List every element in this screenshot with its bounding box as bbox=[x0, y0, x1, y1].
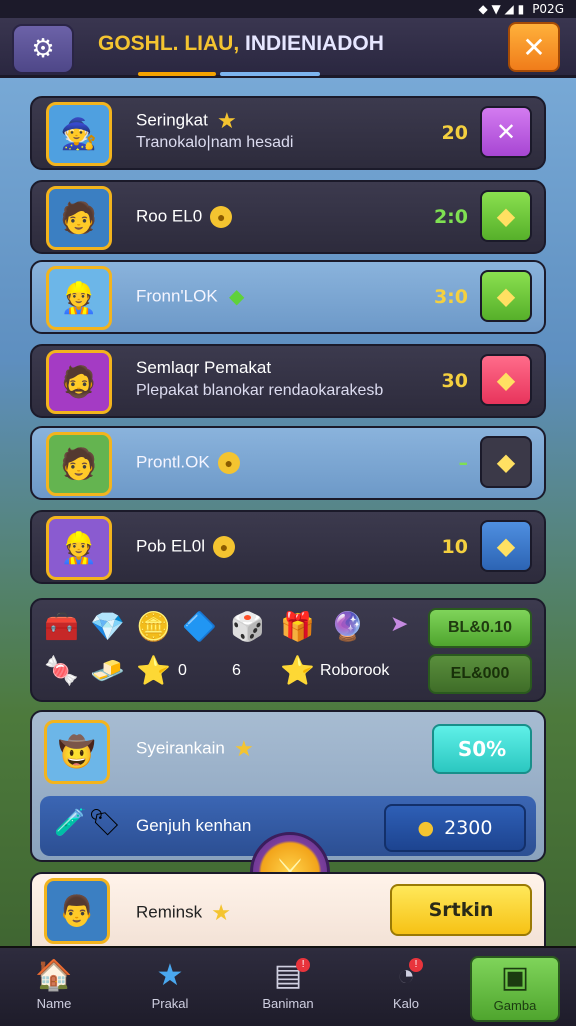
list-icon: ▤! bbox=[274, 956, 311, 996]
tab-indicator-active bbox=[138, 72, 216, 76]
crystal-icon[interactable]: 💎 bbox=[90, 610, 125, 643]
row-value: 30 bbox=[441, 370, 468, 392]
coin-button[interactable]: ● 2300 bbox=[384, 804, 526, 852]
avatar: 🧔 bbox=[46, 350, 112, 414]
star-icon: ★ bbox=[233, 736, 254, 761]
row-value: 2:0 bbox=[433, 206, 468, 228]
gold-bar-icon[interactable]: 🧈 bbox=[90, 654, 125, 687]
nav-kalo[interactable]: ◔! Kalo bbox=[358, 956, 454, 1018]
signal-icon: ◆ ▼ ◢ ▮ bbox=[478, 2, 525, 16]
arrow-icon: ➤ bbox=[390, 612, 409, 637]
settings-button[interactable]: ⚙ bbox=[12, 24, 74, 74]
row-value: 10 bbox=[441, 536, 468, 558]
nav-gamba[interactable]: ▣ Gamba bbox=[470, 956, 560, 1022]
gem-button[interactable]: ◆ bbox=[480, 520, 532, 572]
nav-prakal[interactable]: ★ Prakal bbox=[122, 956, 218, 1018]
notification-badge: ! bbox=[296, 958, 311, 972]
star-icon: ★ bbox=[211, 900, 231, 925]
treasure-icon[interactable]: 🎁 bbox=[280, 610, 315, 643]
list-item[interactable]: 🧙 Seringkat ★ Tranokalo|nam hesadi 20 ✕ bbox=[30, 96, 546, 170]
avatar: 🧑 bbox=[46, 186, 112, 250]
coin-icon: ● bbox=[417, 817, 435, 839]
home-icon: 🏠 bbox=[35, 959, 73, 992]
bottom-card: 👨 Reminsk ★ Srtkin bbox=[30, 872, 546, 948]
gem-button[interactable]: ◆ bbox=[480, 436, 532, 488]
list-item[interactable]: 🧑 Prontl.OK ● – ◆ bbox=[30, 426, 546, 500]
coin-icon: ● bbox=[213, 536, 235, 558]
close-icon: ✕ bbox=[522, 30, 546, 64]
percent-button[interactable]: S0% bbox=[432, 724, 532, 774]
potion-icon: 🧪 bbox=[54, 808, 87, 838]
candy-icon[interactable]: 🍬 bbox=[44, 654, 79, 687]
gem-button[interactable]: ◆ bbox=[480, 354, 532, 406]
status-time: P02G bbox=[532, 2, 564, 16]
nav-home[interactable]: 🏠 Name bbox=[6, 956, 102, 1018]
timer-icon: ◔! bbox=[397, 956, 424, 996]
buy-button[interactable]: BL&0.10 bbox=[428, 608, 532, 648]
avatar: 👷 bbox=[46, 266, 112, 330]
row-value: 3:0 bbox=[433, 286, 468, 308]
gear-icon: ⚙ bbox=[31, 34, 55, 64]
ice-orb-icon[interactable]: 🔷 bbox=[182, 610, 217, 643]
chest-icon[interactable]: 🧰 bbox=[44, 610, 79, 643]
status-bar: ◆ ▼ ◢ ▮ P02G bbox=[0, 0, 576, 18]
sell-button[interactable]: EL&000 bbox=[428, 654, 532, 694]
player-list: 🧙 Seringkat ★ Tranokalo|nam hesadi 20 ✕ 🧑… bbox=[30, 96, 546, 588]
coin-icon: ● bbox=[210, 206, 233, 228]
gem-button[interactable]: ◆ bbox=[480, 190, 532, 242]
list-item[interactable]: 👷 Fronn'LOK ◆ 3:0 ◆ bbox=[30, 260, 546, 334]
avatar: 👨 bbox=[44, 878, 110, 944]
bottom-nav: 🏠 Name ★ Prakal ▤! Baniman ◔! Kalo ▣ Gam… bbox=[0, 946, 576, 1026]
close-button[interactable]: ✕ bbox=[508, 22, 560, 72]
tab-indicator bbox=[220, 72, 320, 76]
gem-cluster-icon[interactable]: 🔮 bbox=[330, 610, 365, 643]
nav-baniman[interactable]: ▤! Baniman bbox=[240, 956, 336, 1018]
leaf-icon: ◆ bbox=[228, 286, 245, 308]
inventory-panel: 🧰 💎 🪙 🔷 🎲 🎁 🔮 ➤ 🍬 🧈 ⭐ 0 6 ⭐ Roborook BL&… bbox=[30, 598, 546, 702]
dice-icon[interactable]: 🎲 bbox=[230, 610, 265, 643]
list-item[interactable]: 👷 Pob EL0l ● 10 ◆ bbox=[30, 510, 546, 584]
avatar: 👷 bbox=[46, 516, 112, 580]
star-icon: ★ bbox=[216, 108, 237, 133]
list-item[interactable]: 🧑 Roo EL0 ● 2:0 ◆ bbox=[30, 180, 546, 254]
gold-coin-icon[interactable]: 🪙 bbox=[136, 610, 171, 643]
action-button[interactable]: Srtkin bbox=[390, 884, 532, 936]
cube-icon: ▣ bbox=[500, 961, 530, 994]
star-icon: ★ bbox=[156, 959, 184, 992]
notification-badge: ! bbox=[409, 958, 424, 972]
list-item[interactable]: 🧔 Semlaqr Pemakat Plepakat blanokar rend… bbox=[30, 344, 546, 418]
page-title: GOSHL. LIAU, INDIENIADOH bbox=[98, 32, 384, 55]
gem-button[interactable]: ◆ bbox=[480, 270, 532, 322]
remove-button[interactable]: ✕ bbox=[480, 106, 532, 158]
avatar: 🧑 bbox=[46, 432, 112, 496]
row-value: – bbox=[458, 452, 469, 474]
bronze-star-icon[interactable]: ⭐ bbox=[136, 654, 171, 687]
coin-icon: ● bbox=[217, 452, 240, 474]
row-value: 20 bbox=[441, 122, 468, 144]
avatar: 🧙 bbox=[46, 102, 112, 166]
star-icon: ⭐ bbox=[280, 654, 315, 687]
tag-icon: 🏷 bbox=[88, 808, 122, 838]
top-bar: ⚙ GOSHL. LIAU, INDIENIADOH ✕ bbox=[0, 18, 576, 78]
avatar: 🤠 bbox=[44, 720, 110, 784]
